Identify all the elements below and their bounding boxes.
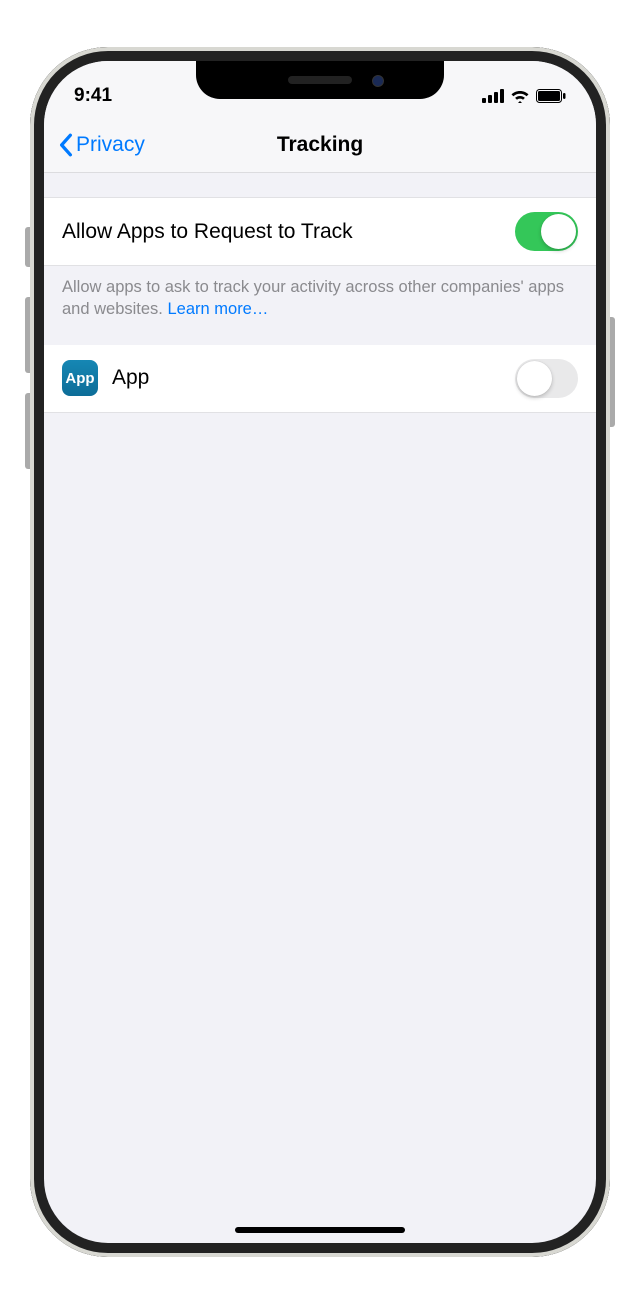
allow-apps-toggle[interactable]: [515, 212, 578, 251]
app-tracking-toggle[interactable]: [515, 359, 578, 398]
volume-up-button: [25, 297, 30, 373]
volume-down-button: [25, 393, 30, 469]
side-button: [610, 317, 615, 427]
toggle-knob: [541, 214, 576, 249]
notch: [196, 61, 444, 99]
back-label: Privacy: [76, 133, 145, 157]
ringer-switch: [25, 227, 30, 267]
navigation-bar: Privacy Tracking: [44, 117, 596, 173]
battery-icon: [536, 89, 566, 103]
wifi-icon: [510, 89, 530, 103]
allow-apps-label: Allow Apps to Request to Track: [62, 220, 515, 244]
app-row: App App: [44, 345, 596, 413]
screen: 9:41 Privacy Tracking Allow Apps to Requ…: [44, 61, 596, 1243]
allow-apps-to-request-row: Allow Apps to Request to Track: [44, 197, 596, 266]
status-time: 9:41: [74, 85, 112, 107]
allow-apps-footer: Allow apps to ask to track your activity…: [44, 266, 596, 345]
front-camera: [372, 75, 384, 87]
content-area: Allow Apps to Request to Track Allow app…: [44, 173, 596, 413]
status-icons: [482, 89, 566, 103]
app-name-label: App: [112, 366, 515, 390]
back-button[interactable]: Privacy: [58, 133, 145, 157]
page-title: Tracking: [277, 133, 363, 157]
speaker-grille: [288, 76, 352, 84]
phone-frame: 9:41 Privacy Tracking Allow Apps to Requ…: [30, 47, 610, 1257]
learn-more-link[interactable]: Learn more…: [167, 300, 268, 318]
cellular-icon: [482, 89, 504, 103]
toggle-knob: [517, 361, 552, 396]
home-indicator[interactable]: [235, 1227, 405, 1233]
chevron-left-icon: [58, 133, 74, 157]
app-icon: App: [62, 360, 98, 396]
footer-text: Allow apps to ask to track your activity…: [62, 278, 564, 318]
